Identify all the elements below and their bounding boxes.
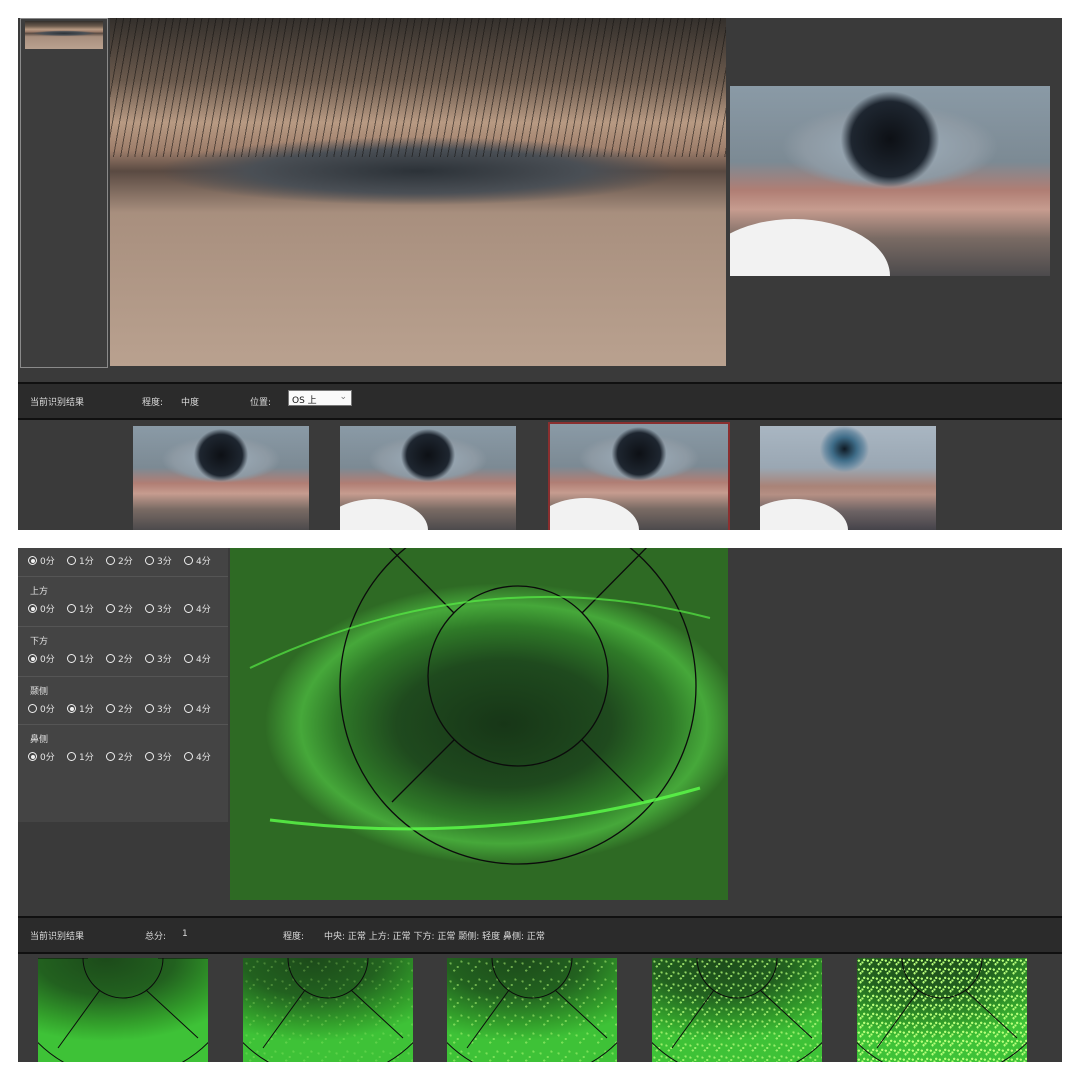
total-score-label: 总分: xyxy=(145,932,167,942)
fluorescein-panel: 0分 1分 2分 3分 4分 上方 0分 1分 2分 3分 4分 下方 0分 1… xyxy=(18,548,1062,1062)
thumbnail-3-selected[interactable] xyxy=(548,422,730,530)
radio-icon xyxy=(67,752,76,761)
result-bar: 当前识别结果 总分: 1 程度: 中央: 正常 上方: 正常 下方: 正常 颞侧… xyxy=(18,916,1062,954)
score-option-3[interactable]: 3分 xyxy=(145,750,172,763)
score-group-label: 颞侧 xyxy=(30,687,49,697)
main-eyelid-image xyxy=(110,18,726,366)
radio-icon xyxy=(145,654,154,663)
divider xyxy=(18,576,228,577)
radio-icon xyxy=(28,752,37,761)
radio-icon xyxy=(106,556,115,565)
score-option-4[interactable]: 4分 xyxy=(184,602,211,615)
radio-icon xyxy=(145,752,154,761)
current-result-label: 当前识别结果 xyxy=(30,398,85,408)
image-strip xyxy=(20,18,108,368)
degree-label: 程度: xyxy=(283,932,305,942)
score-option-4[interactable]: 4分 xyxy=(184,750,211,763)
thumbnail-1[interactable] xyxy=(133,426,309,530)
score-option-3[interactable]: 3分 xyxy=(145,702,172,715)
score-option-2[interactable]: 2分 xyxy=(106,554,133,567)
score-option-0[interactable]: 0分 xyxy=(28,602,55,615)
score-option-2[interactable]: 2分 xyxy=(106,652,133,665)
position-select-value: OS 上 xyxy=(292,396,317,406)
radio-icon xyxy=(184,752,193,761)
radio-icon xyxy=(184,556,193,565)
reference-eye-image xyxy=(730,86,1050,276)
score-group-label: 下方 xyxy=(30,637,49,647)
divider xyxy=(18,626,228,627)
score-option-0[interactable]: 0分 xyxy=(28,652,55,665)
region-results: 中央: 正常 上方: 正常 下方: 正常 颞侧: 轻度 鼻侧: 正常 xyxy=(324,932,545,942)
score-option-0[interactable]: 0分 xyxy=(28,702,55,715)
radio-icon xyxy=(184,654,193,663)
degree-label: 程度: xyxy=(142,398,164,408)
radio-icon xyxy=(28,556,37,565)
degree-value: 中度 xyxy=(181,398,200,408)
thumbnail-4[interactable] xyxy=(760,426,936,530)
score-option-4[interactable]: 4分 xyxy=(184,554,211,567)
score-option-1[interactable]: 1分 xyxy=(67,702,94,715)
grade-thumbnail-0[interactable] xyxy=(38,958,208,1062)
score-option-2[interactable]: 2分 xyxy=(106,702,133,715)
divider xyxy=(18,724,228,725)
radio-icon xyxy=(106,604,115,613)
score-option-1[interactable]: 1分 xyxy=(67,652,94,665)
total-score-value: 1 xyxy=(182,929,188,939)
radio-icon xyxy=(184,604,193,613)
score-group-label: 鼻侧 xyxy=(30,735,49,745)
score-option-1[interactable]: 1分 xyxy=(67,750,94,763)
score-option-0[interactable]: 0分 xyxy=(28,554,55,567)
radio-icon xyxy=(28,704,37,713)
radio-icon xyxy=(145,604,154,613)
radio-icon xyxy=(145,704,154,713)
grade-thumbnail-2[interactable] xyxy=(447,958,617,1062)
score-option-3[interactable]: 3分 xyxy=(145,602,172,615)
radio-icon xyxy=(67,704,76,713)
divider xyxy=(18,676,228,677)
radio-icon xyxy=(106,704,115,713)
grade-thumbnail-1[interactable] xyxy=(243,958,413,1062)
current-result-label: 当前识别结果 xyxy=(30,932,85,942)
score-option-1[interactable]: 1分 xyxy=(67,554,94,567)
fluorescein-main-image xyxy=(230,548,728,900)
radio-icon xyxy=(145,556,154,565)
score-option-4[interactable]: 4分 xyxy=(184,652,211,665)
radio-icon xyxy=(28,604,37,613)
meibography-panel: 当前识别结果 程度: 中度 位置: OS 上 ⌄ xyxy=(18,18,1062,530)
position-select[interactable]: OS 上 ⌄ xyxy=(288,390,352,406)
score-option-1[interactable]: 1分 xyxy=(67,602,94,615)
score-option-0[interactable]: 0分 xyxy=(28,750,55,763)
radio-icon xyxy=(106,654,115,663)
radio-icon xyxy=(67,556,76,565)
score-option-4[interactable]: 4分 xyxy=(184,702,211,715)
score-panel: 0分 1分 2分 3分 4分 上方 0分 1分 2分 3分 4分 下方 0分 1… xyxy=(18,548,228,822)
radio-icon xyxy=(184,704,193,713)
score-group-label: 上方 xyxy=(30,587,49,597)
result-bar: 当前识别结果 程度: 中度 位置: OS 上 ⌄ xyxy=(18,382,1062,420)
grade-thumbnail-3[interactable] xyxy=(652,958,822,1062)
strip-thumbnail[interactable] xyxy=(25,21,103,49)
radio-icon xyxy=(106,752,115,761)
score-option-2[interactable]: 2分 xyxy=(106,602,133,615)
score-option-2[interactable]: 2分 xyxy=(106,750,133,763)
radio-icon xyxy=(67,604,76,613)
grade-thumbnail-4[interactable] xyxy=(857,958,1027,1062)
chevron-down-icon: ⌄ xyxy=(339,392,347,402)
grading-grid-overlay xyxy=(249,548,711,865)
radio-icon xyxy=(28,654,37,663)
radio-icon xyxy=(67,654,76,663)
score-option-3[interactable]: 3分 xyxy=(145,652,172,665)
position-label: 位置: xyxy=(250,398,272,408)
thumbnail-2[interactable] xyxy=(340,426,516,530)
score-option-3[interactable]: 3分 xyxy=(145,554,172,567)
